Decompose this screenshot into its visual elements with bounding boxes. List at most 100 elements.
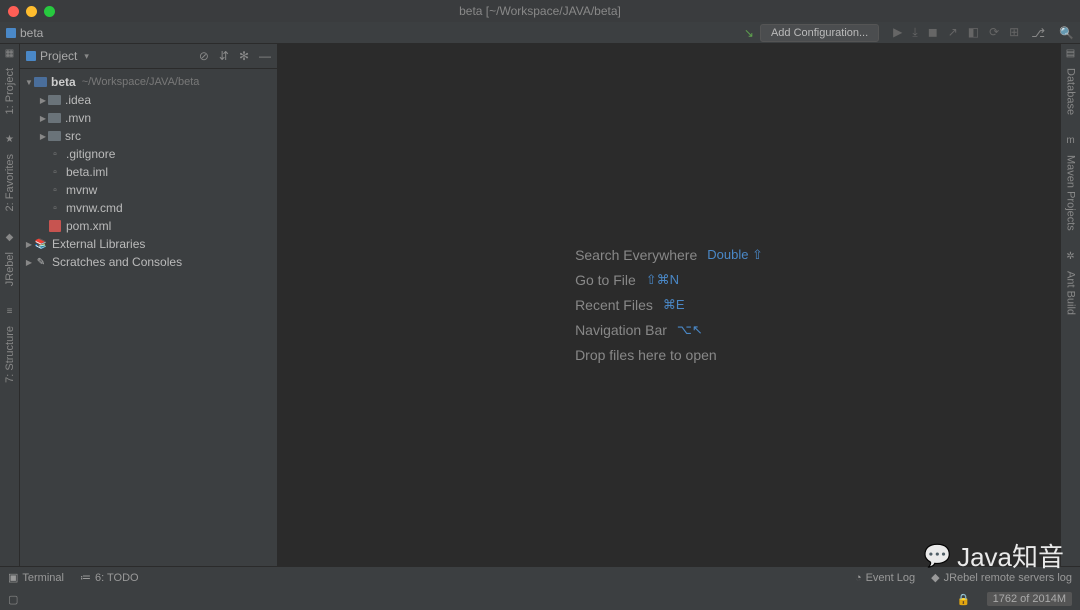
tool-window-tab[interactable]: ★2: Favorites xyxy=(4,134,16,211)
tree-node[interactable]: src xyxy=(20,127,277,145)
tree-node[interactable]: ▫ beta.iml xyxy=(20,163,277,181)
bottom-tool-icon: ▣ xyxy=(8,571,18,584)
bottom-tool-icon: ◔ xyxy=(855,572,862,584)
tool-window-icon: ✲ xyxy=(1066,251,1074,262)
folder-icon xyxy=(48,131,61,141)
editor-hints: Search Everywhere Double ⇧ Go to File ⇧⌘N Re… xyxy=(575,238,763,372)
tree-node[interactable]: .idea xyxy=(20,91,277,109)
tree-node[interactable]: ▫.gitignore xyxy=(20,145,277,163)
file-icon: ▫ xyxy=(48,165,62,179)
run-config-area: ↘ Add Configuration... ▶ ⤓ ◼ ↗ ◧ ⟳ ⊞ ⎇ 🔍 xyxy=(744,24,1074,42)
tool-window-tab[interactable]: ✲Ant Build xyxy=(1065,251,1077,315)
tree-node-label: src xyxy=(65,129,81,143)
panel-header-action-icon[interactable]: — xyxy=(259,49,271,63)
tree-node-label: mvnw.cmd xyxy=(66,201,123,215)
tool-window-tab[interactable]: ▤ Database xyxy=(1065,48,1077,115)
tree-node[interactable]: ▫mvnw xyxy=(20,181,277,199)
project-tree[interactable]: beta~/Workspace/JAVA/beta .idea .mvn src ▫.g… xyxy=(20,69,277,275)
main-toolbar: beta ↘ Add Configuration... ▶ ⤓ ◼ ↗ ◧ ⟳ ⊞ ⎇ 🔍 xyxy=(0,22,1080,44)
run-toolbar-icons: ▶ ⤓ ◼ ↗ ◧ ⟳ ⊞ xyxy=(893,25,1019,40)
tree-arrow-icon[interactable] xyxy=(38,114,48,123)
panel-header-action-icon[interactable]: ✻ xyxy=(239,49,249,63)
tree-arrow-icon[interactable] xyxy=(24,240,34,249)
tree-arrow-icon[interactable] xyxy=(24,258,34,267)
tree-node-label: .mvn xyxy=(65,111,91,125)
lock-icon[interactable]: 🔒 xyxy=(957,593,971,606)
file-icon: ▫ xyxy=(48,201,62,215)
hint-label: Search Everywhere xyxy=(575,247,697,263)
tool-window-label: 2: Favorites xyxy=(4,154,16,211)
run-action-icon[interactable]: ⤓ xyxy=(912,25,917,40)
tool-window-tab[interactable]: ◆ JRebel xyxy=(4,232,16,286)
git-icon[interactable]: ⎇ xyxy=(1031,26,1045,40)
run-action-icon[interactable]: ◧ xyxy=(968,25,979,40)
project-view-selector[interactable]: Project ▾ xyxy=(26,49,89,63)
bottom-tool-label: Event Log xyxy=(866,572,916,584)
memory-indicator[interactable]: 1762 of 2014M xyxy=(987,592,1072,606)
tree-node[interactable]: 📚External Libraries xyxy=(20,235,277,253)
tree-node-label: beta xyxy=(51,75,76,89)
left-tool-gutter: ▦1: Project ★2: Favorites ◆ JRebel ≡7: Struc… xyxy=(0,44,20,566)
editor-empty-state[interactable]: Search Everywhere Double ⇧ Go to File ⇧⌘N Re… xyxy=(278,44,1060,566)
bottom-tool-icon: ≔ xyxy=(80,571,91,584)
tool-window-tab[interactable]: ▦1: Project xyxy=(4,48,16,114)
tool-window-tab[interactable]: mMaven Projects xyxy=(1065,135,1077,231)
module-icon xyxy=(34,77,47,87)
folder-icon xyxy=(48,113,61,123)
folder-icon xyxy=(48,95,61,105)
run-action-icon[interactable]: ◼ xyxy=(928,25,938,40)
tree-node-label: Scratches and Consoles xyxy=(52,255,182,269)
maven-icon xyxy=(48,219,62,233)
tree-node[interactable]: ✎ Scratches and Consoles xyxy=(20,253,277,271)
tree-node-label: beta.iml xyxy=(66,165,108,179)
tree-node-label: .idea xyxy=(65,93,91,107)
tree-node-label: mvnw xyxy=(66,183,97,197)
right-tool-gutter: ▤ Database mMaven Projects ✲Ant Build xyxy=(1060,44,1080,566)
watermark-text: Java知音 xyxy=(957,537,1064,574)
bottom-tool-tab[interactable]: ◔ Event Log xyxy=(855,571,915,584)
tool-window-toggle-icon[interactable]: ▢ xyxy=(8,593,18,606)
tree-node[interactable]: pom.xml xyxy=(20,217,277,235)
panel-header-action-icon[interactable]: ⇵ xyxy=(219,49,229,63)
tool-window-icon: ▦ xyxy=(5,48,14,59)
breadcrumb[interactable]: beta xyxy=(6,26,43,40)
file-icon: ▫ xyxy=(48,147,62,161)
tree-node[interactable]: ▫ mvnw.cmd xyxy=(20,199,277,217)
tool-window-label: JRebel xyxy=(4,252,16,286)
search-icon[interactable]: 🔍 xyxy=(1059,26,1074,40)
tree-arrow-icon[interactable] xyxy=(38,96,48,105)
run-action-icon[interactable]: ↗ xyxy=(948,25,958,40)
module-icon xyxy=(6,28,16,38)
tree-arrow-icon[interactable] xyxy=(24,78,34,87)
mac-title-bar: beta [~/Workspace/JAVA/beta] xyxy=(0,0,1080,22)
panel-header-action-icon[interactable]: ⊘ xyxy=(199,49,209,63)
tool-window-tab[interactable]: ≡7: Structure xyxy=(4,306,16,383)
run-action-icon[interactable]: ⊞ xyxy=(1009,25,1019,40)
tree-arrow-icon[interactable] xyxy=(38,132,48,141)
bottom-tool-tab[interactable]: ▣ Terminal xyxy=(8,571,64,584)
tree-node[interactable]: beta~/Workspace/JAVA/beta xyxy=(20,73,277,91)
hint-label: Go to File xyxy=(575,272,636,288)
add-configuration-button[interactable]: Add Configuration... xyxy=(760,24,879,42)
hint-shortcut: ⌘E xyxy=(663,297,685,313)
hint-shortcut: Double ⇧ xyxy=(707,247,763,263)
run-action-icon[interactable]: ▶ xyxy=(893,25,902,40)
scratch-icon: ✎ xyxy=(34,255,48,269)
bottom-tool-label: Terminal xyxy=(22,572,64,584)
project-view-label: Project xyxy=(40,49,77,63)
run-action-icon[interactable]: ⟳ xyxy=(989,25,999,40)
tool-window-icon: m xyxy=(1066,135,1074,146)
tool-window-label: Database xyxy=(1065,68,1077,115)
bottom-tool-tab[interactable]: ≔6: TODO xyxy=(80,571,139,584)
hint-label: Recent Files xyxy=(575,297,653,313)
hammer-icon[interactable]: ↘ xyxy=(744,26,754,40)
hint-shortcut: ⇧⌘N xyxy=(646,272,679,288)
tree-node[interactable]: .mvn xyxy=(20,109,277,127)
library-icon: 📚 xyxy=(34,237,48,251)
tool-window-icon: ◆ xyxy=(6,232,14,243)
wechat-icon: 💬 xyxy=(924,543,951,569)
bottom-tool-bar: ▣Terminal≔6: TODO ◔Event Log◆JRebel remo… xyxy=(0,566,1080,588)
tool-window-label: 7: Structure xyxy=(4,326,16,383)
editor-hint-row: Navigation Bar⌥↖ xyxy=(575,322,763,338)
tool-window-icon: ▤ xyxy=(1066,48,1075,59)
